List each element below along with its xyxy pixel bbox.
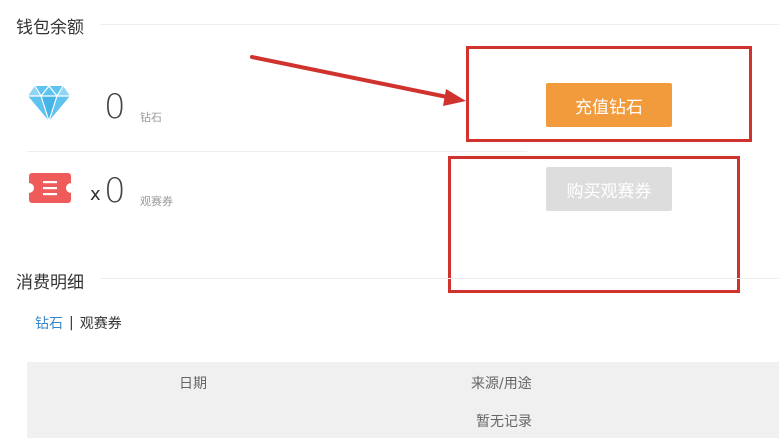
records-table-header: 日期 来源/用途 — [27, 362, 779, 400]
records-table-empty-row: 暂无记录 — [27, 400, 779, 438]
consumption-title-divider — [100, 278, 779, 279]
consumption-tabs: 钻石 | 观赛券 — [35, 313, 122, 333]
tab-diamond[interactable]: 钻石 — [35, 313, 63, 333]
consumption-title: 消费明细 — [16, 273, 84, 293]
tab-separator: | — [69, 315, 74, 331]
empty-records-text: 暂无记录 — [476, 414, 532, 430]
column-source-purpose: 来源/用途 — [471, 376, 532, 392]
column-date: 日期 — [179, 376, 207, 392]
tab-ticket[interactable]: 观赛券 — [80, 313, 122, 333]
